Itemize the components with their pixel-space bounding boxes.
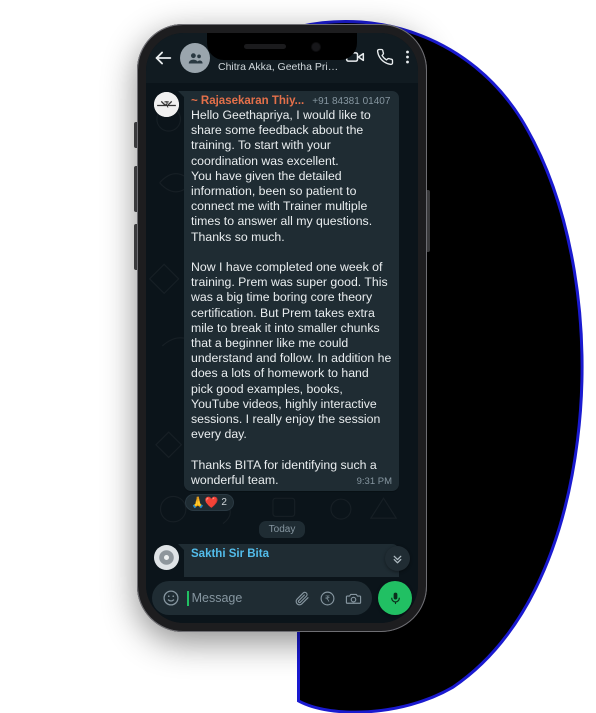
contact-photo-icon [154, 545, 179, 571]
message-text: Hello Geethapriya, I would like to share… [191, 108, 392, 487]
phone-device-frame: C... Chitra Akka, Geetha Priya,... [134, 24, 430, 632]
messages-container: ₹ ~ Rajasekaran Thiy... +91 84381 01407 … [146, 83, 418, 577]
group-avatar-icon [188, 52, 203, 63]
more-options-icon [406, 50, 409, 64]
attach-paperclip-icon[interactable] [294, 590, 310, 606]
message-timestamp: 9:31 PM [356, 476, 392, 488]
microphone-icon [390, 592, 400, 604]
back-button[interactable] [152, 47, 174, 69]
avatar[interactable]: ₹ [154, 92, 179, 117]
group-avatar[interactable] [180, 43, 210, 73]
mute-switch [134, 122, 137, 148]
message-row[interactable]: ₹ ~ Rajasekaran Thiy... +91 84381 01407 … [154, 91, 410, 492]
front-camera [312, 42, 320, 51]
composer-icons: ₹ [294, 590, 362, 607]
screenshot-root: C... Chitra Akka, Geetha Priya,... [0, 0, 596, 713]
avatar[interactable] [154, 545, 179, 571]
message-reactions[interactable]: 🙏❤️ 2 [185, 494, 234, 512]
emoji-sticker-icon[interactable] [162, 589, 180, 607]
day-divider-label: Today [258, 521, 306, 539]
message-input-pill[interactable]: Message ₹ [152, 581, 372, 615]
voice-record-button[interactable] [378, 581, 412, 615]
chat-participants: Chitra Akka, Geetha Priya,... [218, 60, 339, 73]
day-divider: Today [154, 521, 410, 539]
message-composer: Message ₹ [146, 577, 418, 623]
double-chevron-down-icon [393, 555, 402, 564]
volume-up-button [134, 166, 137, 212]
phone-call-icon [376, 48, 394, 66]
sender-line: ~ Rajasekaran Thiy... +91 84381 01407 [191, 95, 392, 107]
text-cursor [187, 590, 189, 606]
sender-phone-number: +91 84381 01407 [312, 96, 391, 107]
reaction-count: 2 [221, 497, 227, 509]
device-notch [207, 33, 357, 60]
earpiece-speaker [244, 44, 286, 49]
message-input[interactable]: Message [192, 591, 287, 605]
svg-text:₹: ₹ [325, 594, 330, 603]
overflow-menu-button[interactable] [405, 48, 410, 66]
reaction-emojis: 🙏❤️ [191, 497, 219, 510]
contact-photo-icon: ₹ [154, 92, 179, 117]
chat-message-list[interactable]: ₹ ~ Rajasekaran Thiy... +91 84381 01407 … [146, 83, 418, 577]
back-arrow-icon [155, 51, 172, 65]
message-text: @Pream Cism Trainer Bita bro @Geetha Pri… [191, 561, 392, 577]
sender-line: Sakthi Sir Bita [191, 548, 392, 560]
phone-screen: C... Chitra Akka, Geetha Priya,... [146, 33, 418, 623]
sender-name: Sakthi Sir Bita [191, 548, 269, 561]
camera-icon[interactable] [345, 590, 362, 607]
message-bubble[interactable]: Sakthi Sir Bita @Pream Cism Trainer Bita… [178, 544, 399, 577]
message-row[interactable]: Sakthi Sir Bita @Pream Cism Trainer Bita… [154, 544, 410, 577]
sender-name: ~ Rajasekaran Thiy... [191, 95, 305, 107]
voice-call-button[interactable] [376, 48, 394, 66]
scroll-to-bottom-button[interactable] [385, 546, 410, 571]
rupee-payment-icon[interactable]: ₹ [319, 590, 336, 607]
volume-down-button [134, 224, 137, 270]
power-button [427, 190, 430, 252]
message-bubble[interactable]: ~ Rajasekaran Thiy... +91 84381 01407 He… [178, 91, 399, 492]
